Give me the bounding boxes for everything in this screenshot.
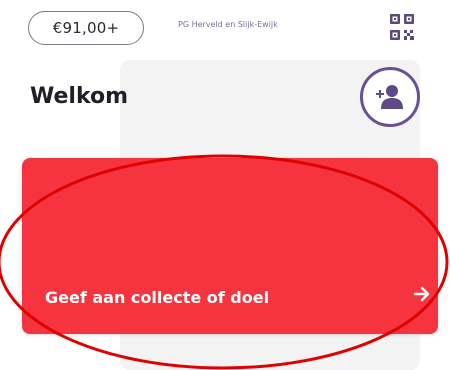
- welcome-title: Welkom: [30, 84, 129, 109]
- give-card-label: Geef aan collecte of doel: [45, 288, 270, 307]
- balance-amount: €91,00+: [52, 19, 120, 37]
- organization-name: PG Herveld en Slijk-Ewijk: [178, 20, 278, 29]
- qr-code-icon[interactable]: [389, 13, 415, 43]
- give-collection-card[interactable]: Geef aan collecte of doel: [22, 158, 438, 334]
- balance-pill[interactable]: €91,00+: [28, 11, 144, 45]
- add-profile-button[interactable]: [360, 67, 420, 127]
- arrow-right-icon: [413, 286, 430, 302]
- add-user-icon: [376, 85, 403, 109]
